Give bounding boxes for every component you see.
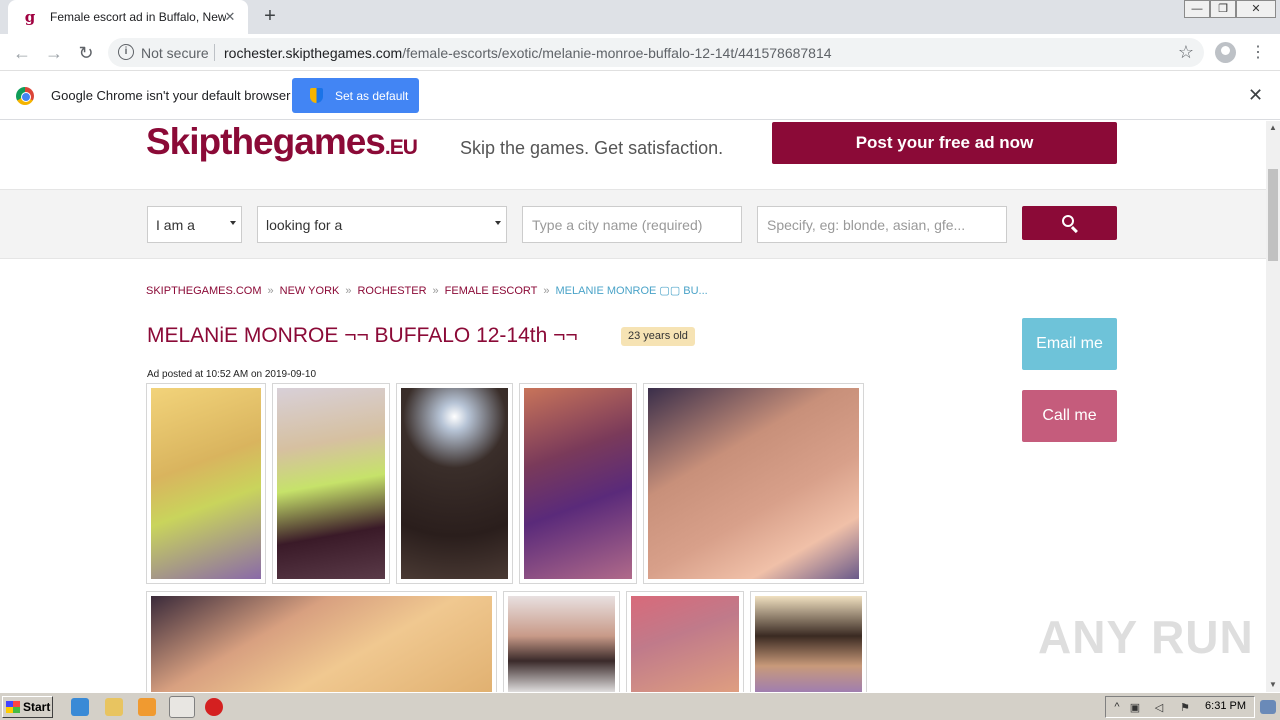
media-player-icon[interactable] (138, 698, 156, 716)
breadcrumb-current: MELANIE MONROE ▢▢ BU... (555, 285, 708, 297)
scrollbar-thumb[interactable] (1268, 169, 1278, 261)
ad-photo[interactable] (750, 591, 867, 692)
call-me-button[interactable]: Call me (1022, 390, 1117, 442)
browser-tab[interactable]: g Female escort ad in Buffalo, New York … (8, 0, 248, 34)
browser-toolbar: ← → ↻ i Not secure rochester.skipthegame… (0, 34, 1280, 71)
url-path: /female-escorts/exotic/melanie-monroe-bu… (402, 45, 832, 61)
search-bar: I am a looking for a Type a city name (r… (0, 189, 1266, 259)
internet-explorer-icon[interactable] (71, 698, 89, 716)
restore-button[interactable]: ❐ (1210, 0, 1236, 18)
breadcrumb-separator: » (432, 285, 439, 297)
profile-avatar-icon[interactable] (1215, 42, 1236, 63)
city-input[interactable]: Type a city name (required) (522, 206, 742, 243)
chrome-menu-icon[interactable]: ⋮ (1250, 42, 1266, 62)
specify-input[interactable]: Specify, eg: blonde, asian, gfe... (757, 206, 1007, 243)
bookmark-star-icon[interactable]: ☆ (1178, 42, 1194, 63)
search-button[interactable] (1022, 206, 1117, 240)
i-am-select[interactable]: I am a (147, 206, 242, 243)
site-logo[interactable]: Skipthegames.EU (146, 121, 418, 163)
url-host: rochester.skipthegames.com (224, 45, 403, 61)
logo-main: Skipthegames (146, 121, 386, 162)
alert-app-icon[interactable] (205, 698, 223, 716)
address-separator (214, 44, 215, 61)
ad-photo[interactable] (626, 591, 744, 692)
email-me-button[interactable]: Email me (1022, 318, 1117, 370)
tab-title: Female escort ad in Buffalo, New York (50, 10, 226, 24)
ad-title: MELANiE MONROE ¬¬ BUFFALO 12-14th ¬¬ (147, 324, 578, 347)
post-ad-button[interactable]: Post your free ad now (772, 122, 1117, 164)
breadcrumb-separator: » (543, 285, 550, 297)
ad-photo[interactable] (519, 383, 637, 584)
web-page: Skipthegames.EU Skip the games. Get sati… (0, 121, 1266, 692)
breadcrumb-item[interactable]: ROCHESTER (357, 285, 426, 297)
minimize-button[interactable]: — (1184, 0, 1210, 18)
start-button[interactable]: Start (2, 696, 53, 718)
default-browser-infobar: Google Chrome isn't your default browser… (0, 72, 1280, 120)
anyrun-watermark: ANY RUN (1038, 611, 1254, 663)
taskbar-clock: 6:31 PM (1205, 700, 1246, 712)
age-badge: 23 years old (621, 327, 695, 346)
looking-for-select[interactable]: looking for a (257, 206, 507, 243)
start-label: Start (23, 700, 51, 714)
site-favicon-icon: g (24, 8, 36, 26)
address-bar[interactable]: i Not secure rochester.skipthegames.com/… (108, 38, 1204, 67)
looking-for-value: looking for a (266, 217, 343, 233)
ad-photo[interactable] (503, 591, 620, 692)
ad-photo[interactable] (146, 591, 497, 692)
infobar-message: Google Chrome isn't your default browser (51, 88, 291, 103)
url-text[interactable]: rochester.skipthegames.com/female-escort… (224, 45, 832, 61)
chrome-logo-icon (16, 87, 34, 105)
chevron-down-icon (230, 221, 236, 225)
infobar-close-icon[interactable]: ✕ (1248, 85, 1263, 106)
ad-photo[interactable] (643, 383, 864, 584)
logo-suffix: .EU (384, 136, 418, 159)
show-desktop-icon[interactable] (1260, 700, 1276, 714)
new-tab-button[interactable]: + (259, 5, 281, 27)
ad-photo[interactable] (272, 383, 390, 584)
breadcrumb: SKIPTHEGAMES.COM » NEW YORK » ROCHESTER » FEMA… (146, 284, 708, 297)
shield-icon (310, 88, 323, 103)
set-as-default-button[interactable]: Set as default (292, 78, 419, 113)
set-as-default-label: Set as default (335, 88, 409, 103)
system-tray: ^ ▣ ◁ ⚑ 6:31 PM (1105, 696, 1255, 718)
search-icon (1062, 215, 1074, 227)
breadcrumb-item[interactable]: SKIPTHEGAMES.COM (146, 285, 262, 297)
window-close-button[interactable]: ✕ (1236, 0, 1276, 18)
posted-date: Ad posted at 10:52 AM on 2019-09-10 (147, 369, 317, 380)
info-icon[interactable]: i (118, 44, 134, 60)
ad-photo[interactable] (396, 383, 513, 584)
page-scrollbar[interactable]: ▲ ▼ (1266, 121, 1280, 692)
tray-expand-icon[interactable]: ^ (1110, 701, 1124, 714)
i-am-value: I am a (156, 217, 195, 233)
chevron-down-icon (495, 221, 501, 225)
back-arrow-icon[interactable]: ← (10, 41, 34, 65)
breadcrumb-item[interactable]: NEW YORK (280, 285, 340, 297)
windows-logo-icon (6, 701, 20, 713)
scroll-up-icon[interactable]: ▲ (1266, 121, 1280, 135)
folder-icon[interactable] (105, 698, 123, 716)
site-tagline: Skip the games. Get satisfaction. (460, 138, 724, 158)
security-label: Not secure (141, 45, 209, 61)
breadcrumb-item[interactable]: FEMALE ESCORT (445, 285, 538, 297)
scroll-down-icon[interactable]: ▼ (1266, 678, 1280, 692)
reload-icon[interactable]: ↻ (74, 41, 98, 65)
tab-close-icon[interactable]: ✕ (222, 9, 238, 25)
network-icon[interactable]: ▣ (1128, 701, 1142, 714)
breadcrumb-separator: » (345, 285, 352, 297)
forward-arrow-icon[interactable]: → (42, 41, 66, 65)
breadcrumb-separator: » (267, 285, 274, 297)
tab-strip: g Female escort ad in Buffalo, New York … (0, 0, 1280, 34)
volume-icon[interactable]: ◁ (1152, 701, 1166, 714)
ad-photo[interactable] (146, 383, 266, 584)
windows-taskbar: Start ^ ▣ ◁ ⚑ 6:31 PM (0, 692, 1280, 720)
flag-icon[interactable]: ⚑ (1178, 701, 1192, 714)
chrome-taskbar-button[interactable] (169, 696, 195, 718)
